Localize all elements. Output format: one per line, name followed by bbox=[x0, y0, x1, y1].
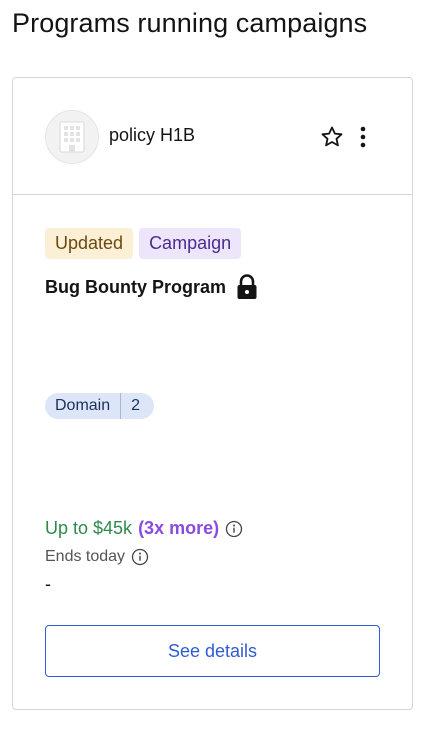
building-icon bbox=[59, 121, 85, 153]
avatar bbox=[45, 110, 99, 164]
page-title: Programs running campaigns bbox=[12, 8, 368, 38]
card-header: policy H1B bbox=[13, 78, 412, 195]
domain-pill[interactable]: Domain 2 bbox=[45, 393, 155, 419]
lock-icon bbox=[237, 274, 257, 299]
campaign-badge: Campaign bbox=[139, 228, 242, 259]
see-details-button[interactable]: See details bbox=[45, 625, 380, 677]
vertical-dots-icon bbox=[360, 126, 366, 148]
ends-row: Ends today bbox=[45, 548, 149, 566]
star-icon bbox=[321, 126, 343, 147]
reward-multiplier: (3x more) bbox=[138, 518, 220, 538]
more-options-button[interactable] bbox=[353, 124, 373, 150]
favorite-button[interactable] bbox=[319, 124, 345, 150]
program-card: policy H1B Updated Campaign Bug Bounty P… bbox=[12, 77, 413, 710]
tag-list: Updated Campaign bbox=[45, 228, 242, 259]
reward-amount: Up to $45k bbox=[45, 518, 133, 538]
program-name[interactable]: policy H1B bbox=[109, 125, 195, 146]
domain-label: Domain bbox=[55, 397, 111, 414]
info-icon[interactable] bbox=[225, 520, 243, 538]
title-row: Bug Bounty Program bbox=[45, 274, 258, 300]
info-icon[interactable] bbox=[131, 548, 149, 566]
reward-row: Up to $45k (3x more) bbox=[45, 518, 243, 539]
placeholder-value: - bbox=[45, 574, 51, 594]
updated-badge: Updated bbox=[45, 228, 134, 259]
program-type-title: Bug Bounty Program bbox=[45, 276, 227, 297]
ends-text: Ends today bbox=[45, 548, 126, 565]
domain-count: 2 bbox=[131, 397, 141, 414]
